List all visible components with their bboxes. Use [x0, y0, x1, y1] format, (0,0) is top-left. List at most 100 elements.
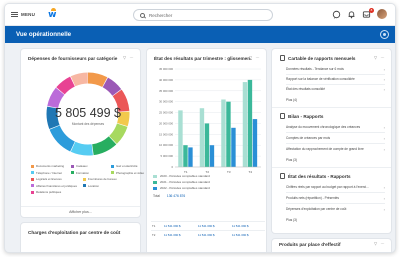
table-cell[interactable]: 11 541 090 $	[231, 224, 265, 228]
notifications-icon[interactable]	[347, 10, 356, 19]
donut-chart: 5 805 499 $ Montant des dépenses	[45, 71, 131, 157]
filter-icon[interactable]: ▽	[373, 241, 378, 246]
chevron-right-icon: ›	[383, 195, 385, 201]
search-placeholder: Rechercher	[149, 12, 173, 18]
legend-label: Documents marketing	[36, 164, 65, 169]
more-icon[interactable]: ⋯	[255, 55, 260, 60]
legend-item[interactable]: Relations publiques	[31, 190, 83, 194]
supplier-spend-card: Dépenses de fournisseurs par catégorie ▽…	[20, 48, 144, 218]
total-value[interactable]: 136 476 876	[167, 194, 185, 198]
document-icon	[280, 113, 285, 119]
view-more-link[interactable]: Afficher plus...	[21, 210, 140, 214]
report-link-label: Produits nets (répartition) - Présentés	[286, 196, 339, 200]
report-link[interactable]: Analyse du mouvement chronologique des c…	[286, 123, 385, 131]
legend-label: Logiciels et licences	[36, 177, 62, 182]
table-cell[interactable]: 11 541 090 $	[163, 233, 197, 237]
table-cell[interactable]: 11 541 090 $	[197, 233, 231, 237]
legend-item[interactable]: Documents marketing	[31, 164, 71, 168]
card-title: Dépenses de fournisseurs par catégorie	[28, 56, 118, 61]
card-title: État des résultats par trimestre : gliss…	[154, 56, 252, 61]
inbox-icon[interactable]: 8	[362, 7, 374, 19]
search-input[interactable]: Rechercher	[133, 9, 273, 21]
report-link-label: Rapport sur la balance de vérification c…	[286, 77, 355, 81]
top-bar: MENU w Rechercher 8	[5, 4, 395, 26]
more-link[interactable]: Plus (3)	[286, 158, 297, 162]
bar[interactable]	[209, 145, 215, 167]
bar[interactable]	[247, 79, 253, 167]
section-title-income: État des résultats - Rapports	[280, 173, 351, 179]
cost-center-card: Charges d'exploitation par centre de coû…	[20, 222, 141, 252]
report-link[interactable]: Dépenses d'exploitation par centre de co…	[286, 205, 385, 213]
bar[interactable]	[231, 127, 236, 167]
y-tick-label: 25 000 000	[159, 111, 173, 115]
legend-label: 2021 - Périodes comptables standard	[160, 180, 210, 184]
legend-swatch	[83, 184, 86, 188]
chart-legend: 2020 - Périodes comptables standard 2021 …	[153, 173, 210, 191]
filter-icon[interactable]: ▽	[373, 55, 378, 60]
report-link-label: Comptes de créances par mois	[286, 136, 331, 140]
more-icon[interactable]: ⋯	[129, 55, 134, 60]
legend-swatch	[31, 177, 34, 181]
report-link[interactable]: Comptes de créances par mois ›	[286, 134, 385, 142]
divider	[272, 107, 391, 108]
table-cell[interactable]: 11 541 090 $	[163, 224, 197, 228]
products-card: Produits par place d'effectif ▽ ⋯	[271, 238, 392, 252]
legend-item[interactable]: Location	[83, 184, 123, 188]
report-link[interactable]: État des résultats consolidé ›	[286, 85, 385, 93]
filter-icon[interactable]: ▽	[248, 55, 253, 60]
bar[interactable]	[204, 123, 210, 167]
page-title: Vue opérationnelle	[16, 31, 72, 38]
legend-item[interactable]: Fournitures de bureau	[83, 177, 123, 181]
user-avatar[interactable]	[377, 9, 387, 19]
settings-gear-icon[interactable]	[381, 31, 388, 38]
legend-label: Location	[88, 183, 99, 188]
report-link-label: Analyse du mouvement chronologique des c…	[286, 125, 361, 129]
report-link[interactable]: Données résultats - Tendance sur 6 mois ›	[286, 65, 385, 73]
report-link[interactable]: Rapport sur la balance de vérification c…	[286, 75, 385, 83]
chevron-right-icon: ›	[383, 135, 385, 141]
bar[interactable]	[242, 82, 248, 167]
legend-item[interactable]: Cadeaux	[71, 164, 111, 168]
top-icons: 8	[332, 7, 387, 19]
y-tick-label: 5 000 000	[161, 154, 174, 158]
bar-chart: 0 5 000 000 10 000 000 15 000 000 20 000 000…	[151, 63, 265, 175]
report-link[interactable]: Chiffres réels par rapport au budget par…	[286, 183, 385, 191]
bar[interactable]	[226, 101, 231, 167]
bar[interactable]	[199, 108, 205, 167]
legend-label: Cadeaux	[76, 164, 88, 169]
legend-item[interactable]: Logiciels et licences	[31, 177, 83, 181]
table-cell[interactable]: 11 541 090 $	[231, 233, 265, 237]
divider	[286, 132, 385, 133]
filter-icon[interactable]: ▽	[122, 55, 127, 60]
report-link[interactable]: Produits nets (répartition) - Présentés ›	[286, 194, 385, 202]
bar[interactable]	[252, 119, 258, 167]
bar[interactable]	[188, 147, 193, 167]
chevron-right-icon: ›	[383, 184, 385, 190]
legend-item[interactable]: Téléphone / Internet	[31, 171, 71, 175]
results-table: T1 11 541 090 $ 11 541 090 $ 11 541 090 …	[151, 221, 265, 239]
donut-legend: Documents marketing Cadeaux Gaz et électri…	[31, 163, 151, 196]
more-link[interactable]: Plus (3)	[286, 218, 297, 222]
more-icon[interactable]: ⋯	[380, 241, 385, 246]
divider	[286, 143, 385, 144]
bar[interactable]	[178, 110, 183, 167]
chevron-right-icon: ›	[383, 76, 385, 82]
chat-icon[interactable]	[332, 10, 341, 19]
legend-item[interactable]: 2022 - Périodes comptables standard	[153, 185, 210, 191]
bar[interactable]	[183, 145, 188, 167]
legend-item[interactable]: Affaires financières et juridiques	[31, 184, 83, 188]
more-icon[interactable]: ⋯	[380, 55, 385, 60]
report-link[interactable]: Affectation du rapprochement de compte d…	[286, 145, 385, 153]
legend-item[interactable]: Formation	[71, 171, 111, 175]
table-cell[interactable]: 11 541 090 $	[197, 224, 231, 228]
legend-swatch	[31, 164, 34, 168]
donut-total-label: Montant des dépenses	[71, 122, 105, 126]
row-header: T2	[152, 233, 156, 237]
menu-button[interactable]: MENU	[11, 12, 35, 17]
legend-item[interactable]: Photographie et vidéo	[111, 171, 151, 175]
bar[interactable]	[221, 99, 226, 167]
legend-item[interactable]: Gaz et électricité	[111, 164, 151, 168]
more-link[interactable]: Plus (4)	[286, 98, 297, 102]
workday-logo[interactable]: w	[48, 7, 58, 20]
legend-swatch	[31, 171, 34, 175]
